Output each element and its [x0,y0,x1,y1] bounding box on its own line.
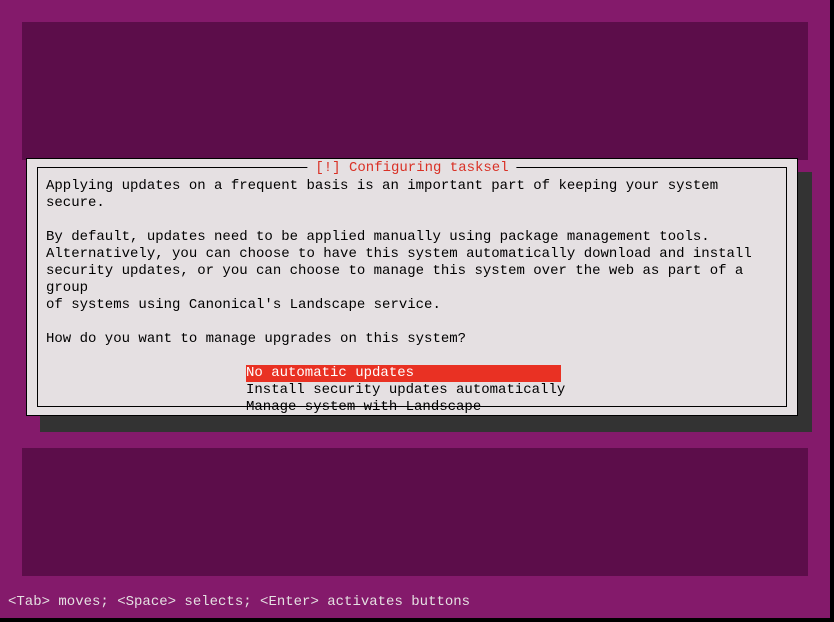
dialog-title: [!] Configuring tasksel [307,160,516,176]
keyboard-hint: <Tab> moves; <Space> selects; <Enter> ac… [8,594,470,610]
option-install-security-updates[interactable]: Install security updates automatically [246,382,778,399]
dialog-content: Applying updates on a frequent basis is … [46,178,778,416]
bg-panel-bottom [22,448,808,576]
dialog-prompt: How do you want to manage upgrades on th… [46,331,778,348]
dialog-paragraph-1: Applying updates on a frequent basis is … [46,178,778,212]
bg-panel-top [22,22,808,160]
tasksel-dialog: [!] Configuring tasksel Applying updates… [26,158,798,416]
option-no-automatic-updates[interactable]: No automatic updates [246,365,561,382]
dialog-paragraph-2: By default, updates need to be applied m… [46,229,778,314]
dialog-border: [!] Configuring tasksel Applying updates… [37,167,787,407]
option-manage-with-landscape[interactable]: Manage system with Landscape [246,399,778,416]
options-list: No automatic updates Install security up… [246,365,778,416]
